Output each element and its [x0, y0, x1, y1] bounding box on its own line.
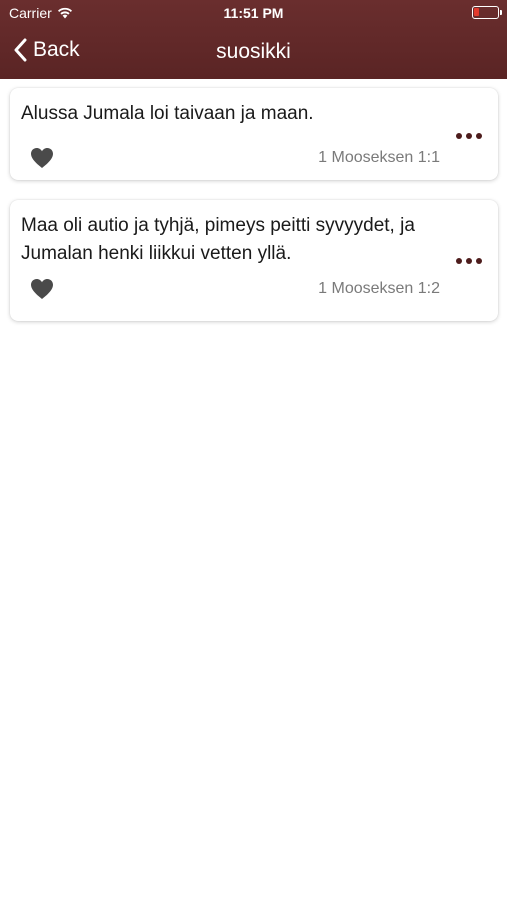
dot — [476, 133, 482, 139]
ellipsis-icon[interactable] — [456, 131, 482, 141]
heart-icon[interactable] — [30, 278, 54, 300]
verse-reference: 1 Mooseksen 1:2 — [318, 280, 440, 297]
ellipsis-icon[interactable] — [456, 256, 482, 266]
battery-level — [474, 8, 479, 16]
dot — [476, 258, 482, 264]
favorite-card[interactable]: Alussa Jumala loi taivaan ja maan. 1 Moo… — [10, 88, 498, 180]
status-time: 11:51 PM — [223, 5, 284, 21]
navigation-bar: Back suosikki — [0, 28, 507, 79]
dot — [466, 258, 472, 264]
dot — [466, 133, 472, 139]
heart-icon[interactable] — [30, 147, 54, 169]
favorites-list: Alussa Jumala loi taivaan ja maan. 1 Moo… — [0, 79, 507, 900]
verse-reference: 1 Mooseksen 1:1 — [318, 149, 440, 166]
dot — [456, 258, 462, 264]
page-title: suosikki — [216, 40, 291, 63]
dot — [456, 133, 462, 139]
top-bar: Carrier 11:51 PM Back suosikki — [0, 0, 507, 79]
verse-text: Maa oli autio ja tyhjä, pimeys peitti sy… — [21, 215, 415, 264]
favorite-card[interactable]: Maa oli autio ja tyhjä, pimeys peitti sy… — [10, 200, 498, 321]
battery-icon — [472, 6, 502, 19]
verse-text: Alussa Jumala loi taivaan ja maan. — [21, 103, 314, 124]
status-bar: Carrier 11:51 PM — [0, 0, 507, 28]
